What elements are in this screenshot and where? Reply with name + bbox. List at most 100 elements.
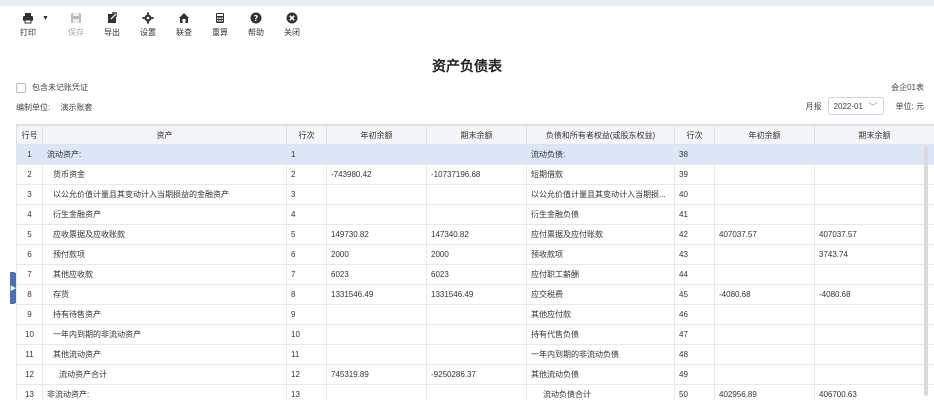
- table-cell[interactable]: 流动负债合计: [526, 384, 675, 400]
- table-cell[interactable]: 存货: [42, 284, 287, 305]
- table-cell[interactable]: [714, 144, 815, 165]
- table-cell[interactable]: [326, 324, 427, 345]
- table-row[interactable]: 7 其他应收款 7 6023 6023 应付职工薪酬 44: [16, 264, 934, 285]
- table-cell[interactable]: 1331546.49: [326, 284, 427, 305]
- table-cell[interactable]: 4: [286, 204, 327, 225]
- table-cell[interactable]: [426, 384, 527, 400]
- table-cell[interactable]: 以公允价值计量且其变动计入当期损...: [526, 184, 675, 205]
- table-cell[interactable]: [326, 184, 427, 205]
- table-cell[interactable]: 49: [674, 364, 715, 385]
- table-cell[interactable]: 43: [674, 244, 715, 265]
- table-cell[interactable]: 流动负债:: [526, 144, 675, 165]
- table-cell[interactable]: 40: [674, 184, 715, 205]
- table-cell[interactable]: 5: [286, 224, 327, 245]
- table-cell[interactable]: 13: [286, 384, 327, 400]
- table-cell[interactable]: [814, 324, 934, 345]
- table-cell[interactable]: 41: [674, 204, 715, 225]
- table-cell[interactable]: 一年内到期的非流动负债: [526, 344, 675, 365]
- table-cell[interactable]: -9250286.37: [426, 364, 527, 385]
- table-cell[interactable]: -4080.68: [714, 284, 815, 305]
- table-cell[interactable]: [814, 304, 934, 325]
- table-cell[interactable]: 一年内到期的非流动资产: [42, 324, 287, 345]
- table-cell[interactable]: 6023: [426, 264, 527, 285]
- table-cell[interactable]: 10: [16, 324, 43, 345]
- table-cell[interactable]: 应付职工薪酬: [526, 264, 675, 285]
- table-cell[interactable]: 预收款项: [526, 244, 675, 265]
- table-cell[interactable]: 货币资金: [42, 164, 287, 185]
- table-cell[interactable]: [426, 344, 527, 365]
- table-row[interactable]: 13 非流动资产: 13 流动负债合计 50 402956.89 406700.63: [16, 384, 934, 400]
- table-cell[interactable]: 衍生金融负债: [526, 204, 675, 225]
- table-cell[interactable]: 1331546.49: [426, 284, 527, 305]
- table-cell[interactable]: 44: [674, 264, 715, 285]
- table-cell[interactable]: [714, 184, 815, 205]
- table-cell[interactable]: -4080.68: [814, 284, 934, 305]
- table-cell[interactable]: [426, 304, 527, 325]
- table-cell[interactable]: 3: [286, 184, 327, 205]
- link-query-button[interactable]: 联查: [166, 12, 202, 38]
- table-cell[interactable]: 预付款项: [42, 244, 287, 265]
- table-cell[interactable]: 2: [16, 164, 43, 185]
- table-cell[interactable]: 6: [286, 244, 327, 265]
- save-button[interactable]: 保存: [58, 12, 94, 38]
- table-row[interactable]: 3 以公允价值计量且其变动计入当期损益的金融资产 3 以公允价值计量且其变动计入当期损…: [16, 184, 934, 205]
- table-cell[interactable]: [326, 204, 427, 225]
- table-cell[interactable]: 11: [286, 344, 327, 365]
- table-cell[interactable]: 13: [16, 384, 43, 400]
- table-cell[interactable]: [814, 144, 934, 165]
- table-cell[interactable]: 3743.74: [814, 244, 934, 265]
- close-button[interactable]: 关闭: [274, 12, 310, 38]
- table-cell[interactable]: 7: [286, 264, 327, 285]
- table-cell[interactable]: [814, 344, 934, 365]
- table-cell[interactable]: [714, 264, 815, 285]
- table-cell[interactable]: 406700.63: [814, 384, 934, 400]
- table-cell[interactable]: -10737196.68: [426, 164, 527, 185]
- table-cell[interactable]: [714, 364, 815, 385]
- table-cell[interactable]: 持有代售负债: [526, 324, 675, 345]
- table-cell[interactable]: 147340.82: [426, 224, 527, 245]
- table-cell[interactable]: 745319.89: [326, 364, 427, 385]
- table-row[interactable]: 1 流动资产: 1 流动负债: 38: [16, 144, 934, 165]
- table-row[interactable]: 8 存货 8 1331546.49 1331546.49 应交税费 45 -4080.68 -4…: [16, 284, 934, 305]
- table-cell[interactable]: 6023: [326, 264, 427, 285]
- table-cell[interactable]: 7: [16, 264, 43, 285]
- table-cell[interactable]: 1: [286, 144, 327, 165]
- table-cell[interactable]: 应交税费: [526, 284, 675, 305]
- table-row[interactable]: 4 衍生金融资产 4 衍生金融负债 41: [16, 204, 934, 225]
- table-cell[interactable]: [326, 304, 427, 325]
- table-cell[interactable]: 46: [674, 304, 715, 325]
- table-cell[interactable]: [814, 204, 934, 225]
- table-cell[interactable]: 12: [16, 364, 43, 385]
- include-unposted-option[interactable]: 包含未记账凭证: [16, 82, 88, 93]
- table-cell[interactable]: 流动资产合计: [42, 364, 287, 385]
- table-cell[interactable]: 4: [16, 204, 43, 225]
- table-cell[interactable]: [426, 184, 527, 205]
- table-cell[interactable]: [426, 144, 527, 165]
- table-cell[interactable]: 以公允价值计量且其变动计入当期损益的金融资产: [42, 184, 287, 205]
- table-row[interactable]: 9 持有待售资产 9 其他应付款 46: [16, 304, 934, 325]
- table-cell[interactable]: [714, 164, 815, 185]
- table-cell[interactable]: [714, 324, 815, 345]
- table-cell[interactable]: 衍生金融资产: [42, 204, 287, 225]
- recalc-button[interactable]: 重算: [202, 12, 238, 38]
- export-button[interactable]: 导出: [94, 12, 130, 38]
- table-cell[interactable]: 9: [286, 304, 327, 325]
- table-cell[interactable]: 其他应收款: [42, 264, 287, 285]
- table-cell[interactable]: 50: [674, 384, 715, 400]
- print-button[interactable]: 打印: [10, 12, 46, 38]
- table-row[interactable]: 11 其他流动资产 11 一年内到期的非流动负债 48: [16, 344, 934, 365]
- print-dropdown-caret[interactable]: ▼: [42, 12, 52, 22]
- table-cell[interactable]: 9: [16, 304, 43, 325]
- table-cell[interactable]: [326, 384, 427, 400]
- table-cell[interactable]: 6: [16, 244, 43, 265]
- table-cell[interactable]: 10: [286, 324, 327, 345]
- include-unposted-checkbox[interactable]: [16, 82, 26, 93]
- table-cell[interactable]: 39: [674, 164, 715, 185]
- table-cell[interactable]: 48: [674, 344, 715, 365]
- table-cell[interactable]: 1: [16, 144, 43, 165]
- table-cell[interactable]: [714, 244, 815, 265]
- table-cell[interactable]: 应收票据及应收账款: [42, 224, 287, 245]
- help-button[interactable]: ? 帮助: [238, 12, 274, 38]
- table-row[interactable]: 12 流动资产合计 12 745319.89 -9250286.37 其他流动负债 49: [16, 364, 934, 385]
- table-cell[interactable]: 8: [16, 284, 43, 305]
